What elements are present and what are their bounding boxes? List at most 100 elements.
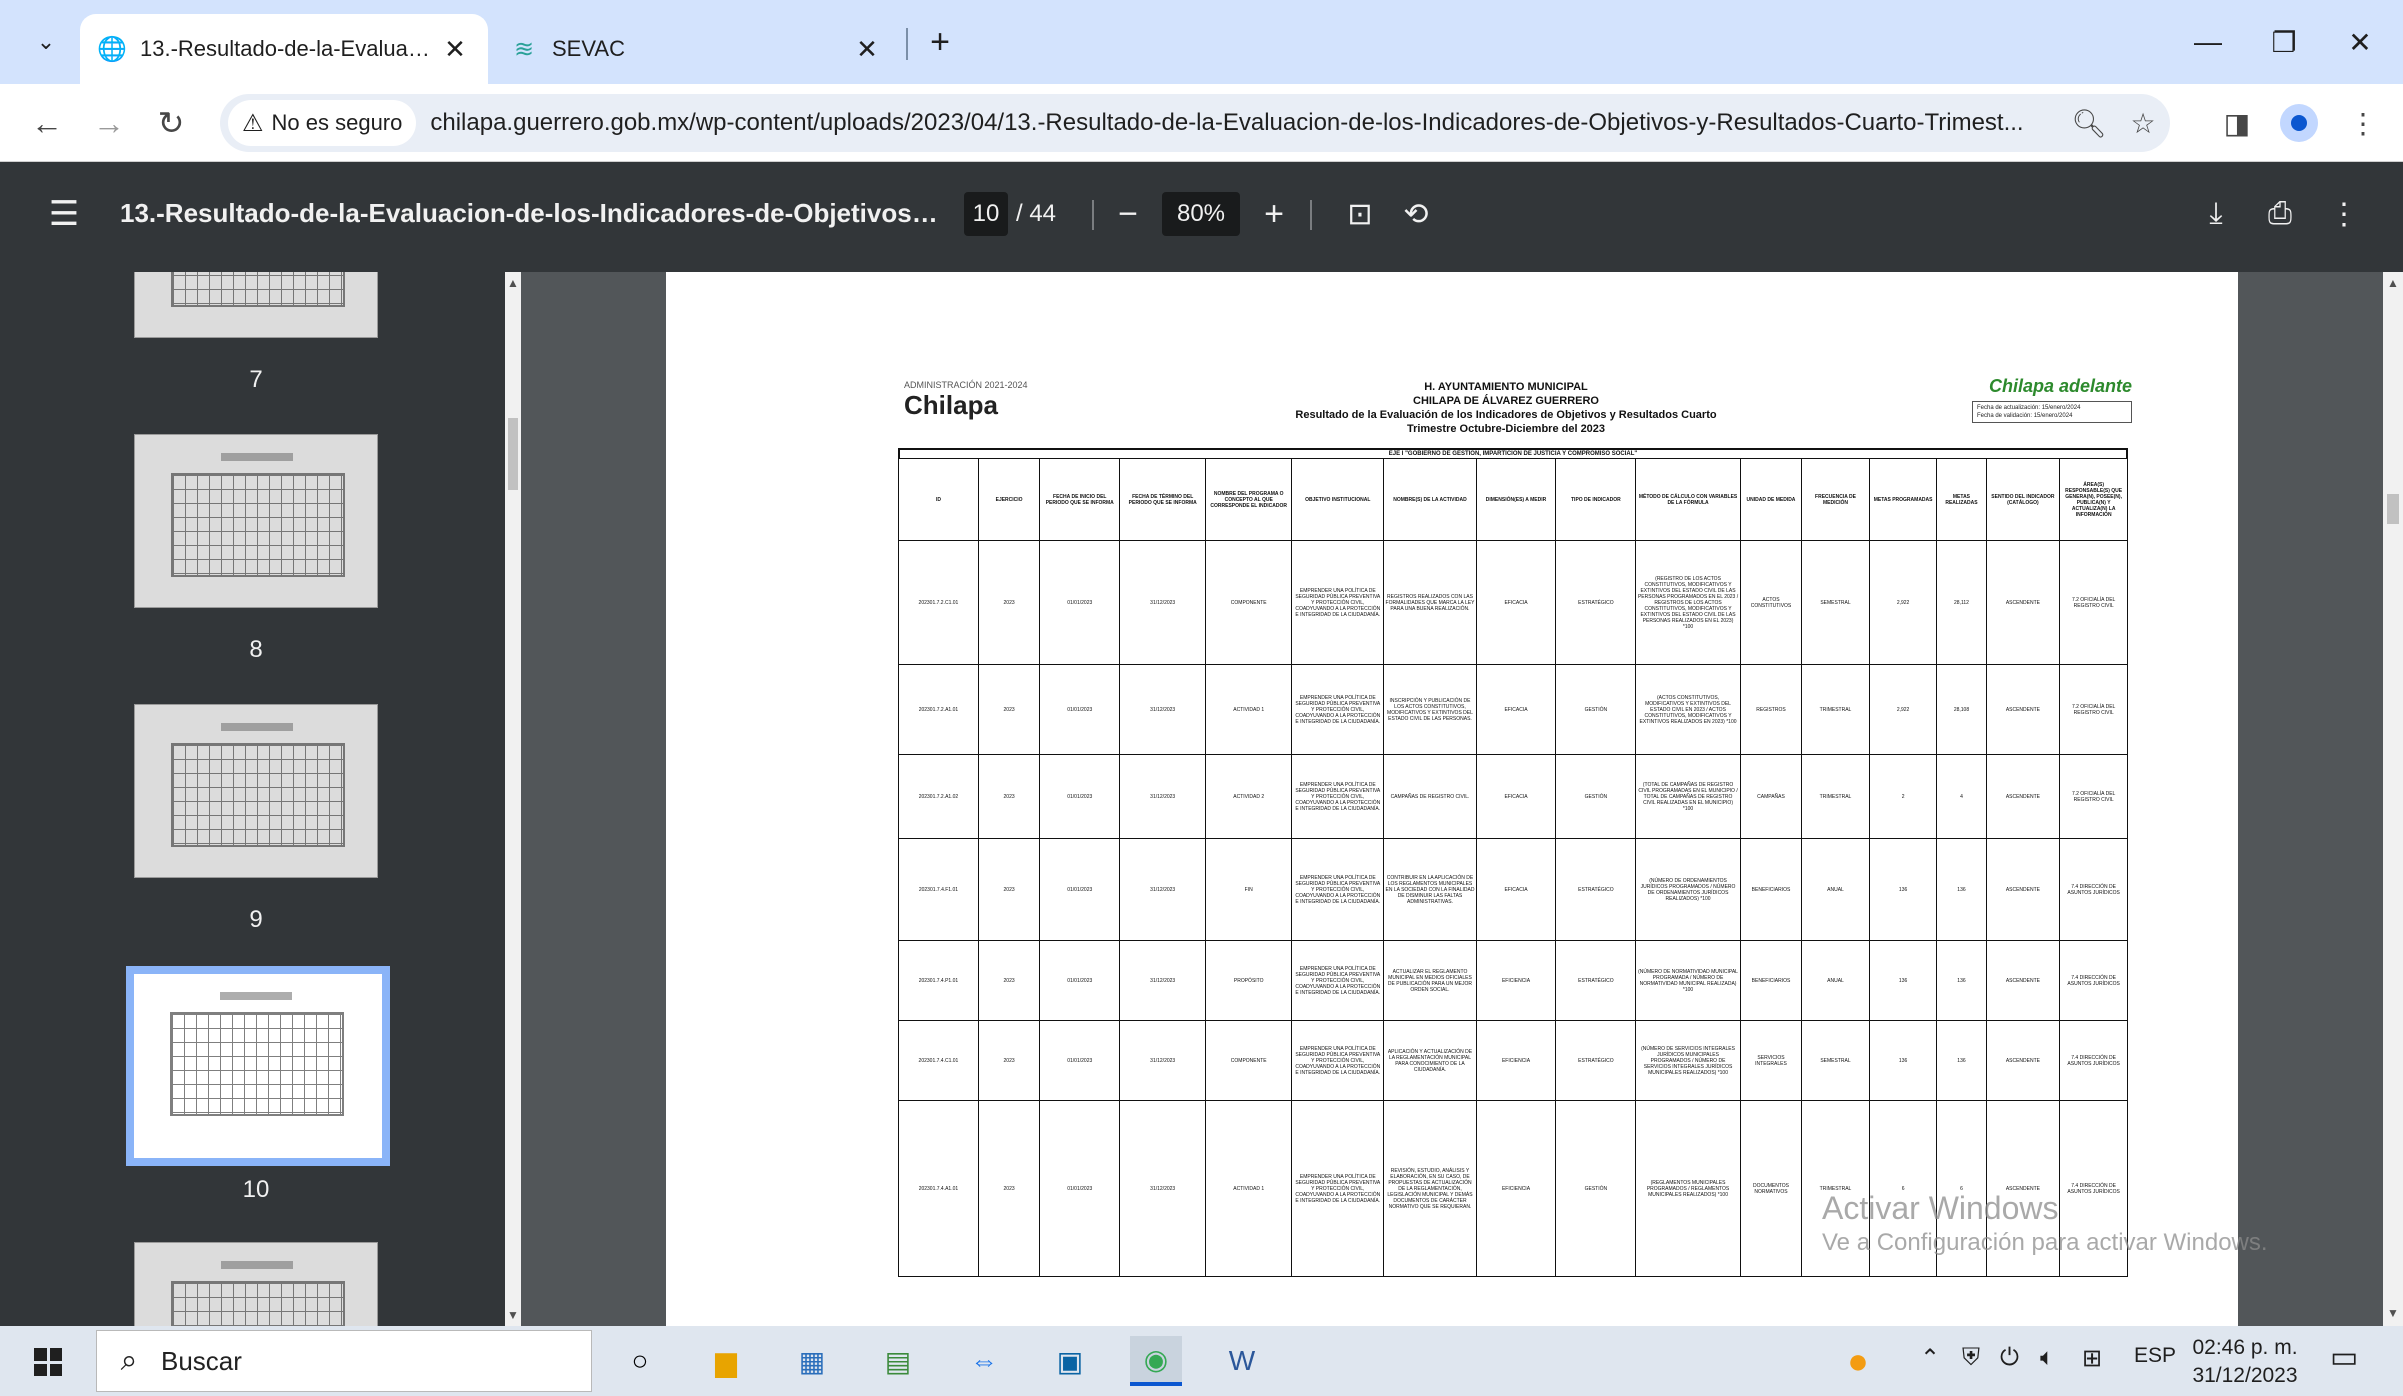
reload-button[interactable]: ↻ [146, 98, 196, 148]
rotate-icon[interactable]: ⟲ [1394, 192, 1438, 236]
pdf-title: 13.-Resultado-de-la-Evaluacion-de-los-In… [120, 198, 940, 228]
profile-button[interactable] [2274, 98, 2324, 148]
table-cell: ANUAL [1801, 838, 1870, 941]
column-header: UNIDAD DE MEDIDA [1739, 458, 1803, 541]
avatar [2280, 104, 2318, 142]
tab-title: 13.-Resultado-de-la-Evaluacion [140, 36, 440, 61]
tab-active[interactable]: 🌐 13.-Resultado-de-la-Evaluacion ✕ [80, 14, 488, 84]
hamburger-menu-icon[interactable]: ☰ [44, 194, 84, 234]
table-cell: GESTIÓN [1555, 1100, 1637, 1277]
taskbar-search[interactable]: ⌕ Buscar [96, 1330, 592, 1392]
document-app-icon[interactable]: ▤ [872, 1336, 924, 1386]
document-scrollbar[interactable]: ▲ ▼ [2383, 272, 2403, 1326]
back-button[interactable]: ← [22, 98, 72, 148]
minimize-button[interactable]: — [2170, 16, 2246, 68]
zoom-in-button[interactable]: + [1252, 192, 1296, 236]
heading-line: H. AYUNTAMIENTO MUNICIPAL [1424, 381, 1588, 393]
page-number-input[interactable]: 10 [964, 192, 1008, 236]
tab-search-button[interactable]: ⌄ [18, 20, 74, 64]
file-explorer-icon[interactable]: ▆ [700, 1336, 752, 1386]
volume-icon[interactable]: 🔈︎ [2040, 1344, 2054, 1372]
scroll-up-arrow-icon[interactable]: ▲ [2383, 276, 2403, 290]
page-thumbnail[interactable] [134, 272, 378, 338]
close-tab-icon[interactable]: ✕ [852, 34, 882, 65]
cortana-icon[interactable]: ○ [614, 1336, 666, 1386]
url-text[interactable]: chilapa.guerrero.gob.mx/wp-content/uploa… [430, 109, 2062, 137]
notification-icon[interactable]: ▭ [2330, 1340, 2358, 1375]
scroll-down-arrow-icon[interactable]: ▼ [505, 1308, 521, 1322]
side-panel-icon[interactable]: ◨ [2212, 98, 2262, 148]
windows-start-icon[interactable] [26, 1340, 70, 1384]
tab-inactive[interactable]: ≋ SEVAC ✕ [492, 14, 900, 84]
page-thumbnail[interactable] [134, 1242, 378, 1326]
update-date: Fecha de actualización: 15/enero/2024 [1977, 405, 2081, 411]
table-cell: 2023 [977, 1020, 1041, 1101]
browser-toolbar: ← → ↻ ⚠ No es seguro chilapa.guerrero.go… [0, 84, 2403, 162]
column-header: OBJETIVO INSTITUCIONAL [1291, 458, 1385, 541]
search-icon: ⌕ [120, 1344, 138, 1377]
document-viewport: ADMINISTRACIÓN 2021-2024 Chilapa H. AYUN… [521, 272, 2383, 1326]
control-panel-icon[interactable]: ▣ [1044, 1336, 1096, 1386]
update-dates-box: Fecha de actualización: 15/enero/2024 Fe… [1972, 401, 2132, 423]
word-icon[interactable]: W [1216, 1336, 1268, 1386]
new-tab-button[interactable]: + [918, 20, 962, 64]
fit-page-icon[interactable]: ⊡ [1338, 192, 1382, 236]
table-cell: 2023 [977, 754, 1041, 839]
thumbnail-sidebar: 7 8 9 10 [0, 272, 505, 1326]
scroll-down-arrow-icon[interactable]: ▼ [2383, 1306, 2403, 1320]
close-window-button[interactable]: ✕ [2322, 16, 2398, 68]
more-options-icon[interactable]: ⋮ [2322, 192, 2366, 236]
menu-icon[interactable]: ⋮ [2338, 98, 2388, 148]
search-icon[interactable]: 🔍︎ [2062, 107, 2116, 140]
validation-date: Fecha de validación: 15/enero/2024 [1977, 413, 2073, 419]
page-thumbnail[interactable] [134, 704, 378, 878]
power-plug-icon[interactable]: ⏻ [2000, 1344, 2019, 1372]
table-cell: ESTRATÉGICO [1555, 940, 1637, 1021]
watermark-subtitle: Ve a Configuración para activar Windows. [1822, 1229, 2268, 1256]
table-cell: 136 [1936, 838, 1987, 941]
zoom-out-button[interactable]: − [1106, 192, 1150, 236]
table-cell: 2023 [977, 1100, 1041, 1277]
scrollbar-thumb[interactable] [2387, 494, 2399, 524]
table-cell: COMPONENTE [1205, 1020, 1293, 1101]
teamviewer-icon[interactable]: ⇔ [958, 1336, 1010, 1386]
weather-icon[interactable]: ● [1832, 1336, 1884, 1386]
zoom-input[interactable]: 80% [1162, 192, 1240, 236]
scrollbar-thumb[interactable] [508, 418, 518, 490]
calculator-icon[interactable]: ▦ [786, 1336, 838, 1386]
table-cell: REVISIÓN, ESTUDIO, ANÁLISIS Y ELABORACIÓ… [1383, 1100, 1477, 1277]
close-tab-icon[interactable]: ✕ [440, 34, 470, 65]
sidebar-scrollbar[interactable]: ▲ ▼ [505, 272, 521, 1326]
warning-icon: ⚠ [242, 109, 264, 137]
scroll-up-arrow-icon[interactable]: ▲ [505, 276, 521, 290]
download-icon[interactable]: ⤓ [2194, 192, 2238, 236]
table-cell: ACTIVIDAD 2 [1205, 754, 1293, 839]
language-indicator[interactable]: ESP [2134, 1344, 2176, 1368]
forward-button[interactable]: → [84, 98, 134, 148]
tab-separator [906, 28, 908, 60]
table-header-row: ID EJERCICIO FECHA DE INICIO DEL PERIODO Q… [898, 458, 2128, 541]
address-bar[interactable]: ⚠ No es seguro chilapa.guerrero.gob.mx/w… [220, 94, 2170, 152]
network-icon[interactable]: ⊞ [2082, 1344, 2102, 1373]
security-chip[interactable]: ⚠ No es seguro [228, 100, 417, 146]
page-thumbnail-selected[interactable] [126, 966, 390, 1166]
chrome-icon[interactable]: ◉ [1130, 1336, 1182, 1386]
table-cell: 2,922 [1868, 540, 1938, 665]
clock[interactable]: 02:46 p. m. 31/12/2023 [2190, 1334, 2300, 1390]
star-icon[interactable]: ☆ [2116, 107, 2170, 140]
table-cell: TRIMESTRAL [1801, 754, 1870, 839]
table-cell: PROPÓSITO [1205, 940, 1293, 1021]
print-icon[interactable]: ⎙ [2258, 192, 2302, 236]
table-cell: EMPRENDER UNA POLÍTICA DE SEGURIDAD PÚBL… [1291, 540, 1385, 665]
table-cell: 2023 [977, 838, 1041, 941]
column-header: NOMBRE DEL PROGRAMA O CONCEPTO AL QUE CO… [1205, 458, 1293, 541]
clock-date: 31/12/2023 [2192, 1364, 2298, 1387]
table-cell: EFICIENCIA [1475, 1100, 1557, 1277]
page-thumbnail[interactable] [134, 434, 378, 608]
chevron-up-icon[interactable]: ⌃ [1920, 1344, 1940, 1373]
security-shield-icon[interactable]: ⛨ [1962, 1344, 1980, 1372]
restore-button[interactable]: ❐ [2246, 16, 2322, 68]
globe-icon: 🌐 [97, 35, 127, 63]
table-cell: 136 [1868, 1020, 1938, 1101]
table-cell: 136 [1936, 1020, 1987, 1101]
